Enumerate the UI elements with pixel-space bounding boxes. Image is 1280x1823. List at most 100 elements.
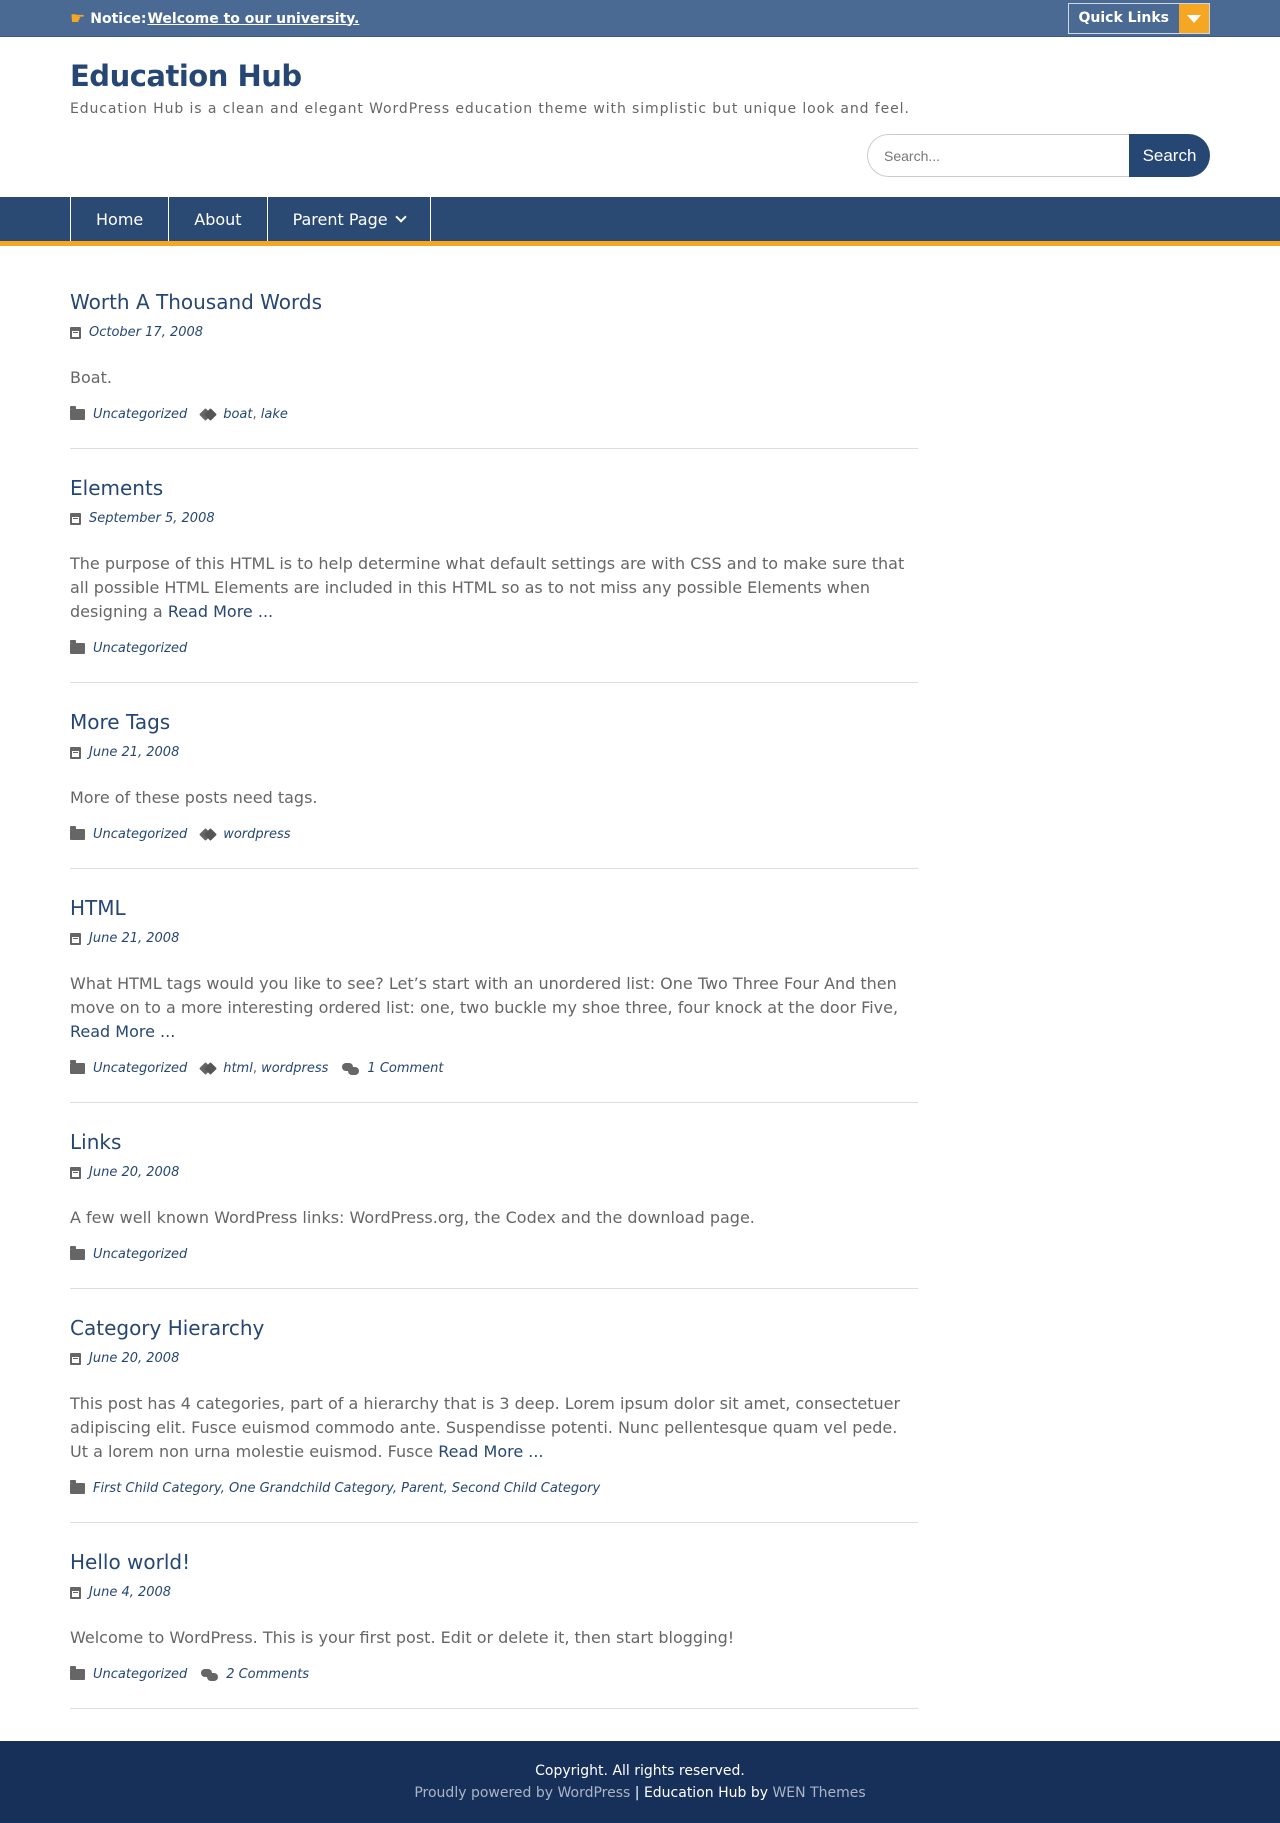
folder-open-icon (70, 406, 85, 420)
read-more-link[interactable]: Read More ... (438, 1442, 543, 1461)
post-categories: Uncategorized (70, 1246, 187, 1262)
theme-name: Education Hub by (643, 1785, 768, 1801)
post-date-link[interactable]: October 17, 2008 (89, 325, 203, 340)
post: More Tags June 21, 2008 More of these post… (70, 710, 918, 869)
top-bar: ☛ Notice: Welcome to our university. Qui… (0, 0, 1280, 37)
post-title[interactable]: Elements (70, 476, 163, 500)
post-excerpt: This post has 4 categories, part of a hi… (70, 1392, 918, 1464)
post: Elements September 5, 2008 The purpose of … (70, 476, 918, 683)
post-meta: Uncategorized wordpress (70, 826, 918, 842)
category-links[interactable]: Uncategorized (93, 641, 187, 656)
tag-link[interactable]: boat (223, 407, 252, 422)
tag-link[interactable]: wordpress (223, 827, 290, 842)
nav-item-about[interactable]: About (168, 197, 266, 241)
post-date-link[interactable]: September 5, 2008 (89, 511, 215, 526)
site-title[interactable]: Education Hub (70, 59, 302, 93)
tags-icon (201, 409, 215, 420)
post-excerpt: Welcome to WordPress. This is your first… (70, 1626, 918, 1650)
notice-link[interactable]: Welcome to our university. (147, 11, 359, 27)
nav-item-parent-page[interactable]: Parent Page (266, 197, 431, 241)
nav-item-label: Home (96, 209, 144, 229)
post-title[interactable]: HTML (70, 896, 126, 920)
comments-icon (201, 1668, 219, 1681)
post-title[interactable]: Worth A Thousand Words (70, 290, 322, 314)
notice-label: Notice: (90, 10, 147, 27)
post-meta: Uncategorized html, wordpress 1 Comment (70, 1060, 918, 1076)
comments-icon (342, 1062, 360, 1075)
post-date: June 21, 2008 (70, 745, 918, 760)
folder-open-icon (70, 1060, 85, 1074)
post-excerpt: A few well known WordPress links: WordPr… (70, 1206, 918, 1230)
tag-link[interactable]: lake (261, 407, 288, 422)
folder-open-icon (70, 640, 85, 654)
search-button[interactable]: Search (1129, 134, 1210, 177)
post-date: June 20, 2008 (70, 1165, 918, 1180)
tag-link[interactable]: wordpress (261, 1061, 328, 1076)
nav-item-home[interactable]: Home (70, 197, 168, 241)
tag-separator: , (252, 407, 261, 422)
calendar-icon (70, 512, 81, 525)
folder-open-icon (70, 1666, 85, 1680)
search-input[interactable] (867, 134, 1129, 177)
category-links[interactable]: Uncategorized (93, 1247, 187, 1262)
post-date: September 5, 2008 (70, 511, 918, 526)
tag-link[interactable]: html (223, 1061, 253, 1076)
nav-item-label: Parent Page (292, 209, 388, 229)
post-date-link[interactable]: June 21, 2008 (89, 745, 179, 760)
post: HTML June 21, 2008 What HTML tags would yo… (70, 896, 918, 1103)
wordpress-link[interactable]: Proudly powered by WordPress (414, 1785, 630, 1801)
post-excerpt: The purpose of this HTML is to help dete… (70, 552, 918, 624)
category-links[interactable]: Uncategorized (93, 827, 187, 842)
post-title[interactable]: Links (70, 1130, 121, 1154)
post-excerpt-text: Welcome to WordPress. This is your first… (70, 1628, 735, 1647)
comments-link[interactable]: 2 Comments (226, 1667, 309, 1682)
post-date-link[interactable]: June 20, 2008 (89, 1351, 179, 1366)
post-comments: 2 Comments (201, 1667, 309, 1682)
category-links[interactable]: Uncategorized (93, 407, 187, 422)
main-content: Worth A Thousand Words October 17, 2008 Bo… (0, 246, 1280, 1709)
category-links[interactable]: Uncategorized (93, 1061, 187, 1076)
post-date-link[interactable]: June 20, 2008 (89, 1165, 179, 1180)
post-meta: Uncategorized (70, 640, 918, 656)
main-navigation: Home About Parent Page (0, 197, 1280, 246)
calendar-icon (70, 1352, 81, 1365)
post-tags: boat, lake (201, 407, 288, 422)
post-meta: Uncategorized 2 Comments (70, 1666, 918, 1682)
search-form: Search (867, 134, 1210, 177)
post-title[interactable]: More Tags (70, 710, 170, 734)
post-excerpt: What HTML tags would you like to see? Le… (70, 972, 918, 1044)
post: Category Hierarchy June 20, 2008 This post… (70, 1316, 918, 1523)
pointing-hand-icon: ☛ (70, 8, 86, 29)
notice: ☛ Notice: Welcome to our university. (70, 9, 359, 29)
calendar-icon (70, 326, 81, 339)
category-links[interactable]: Uncategorized (93, 1667, 187, 1682)
quick-links-button[interactable]: Quick Links (1067, 3, 1210, 34)
post-categories: Uncategorized (70, 1666, 187, 1682)
category-links[interactable]: First Child Category, One Grandchild Cat… (93, 1481, 600, 1496)
post-meta: Uncategorized boat, lake (70, 406, 918, 422)
post-tags: wordpress (201, 827, 290, 842)
read-more-link[interactable]: Read More ... (70, 1022, 175, 1041)
post-excerpt-text: A few well known WordPress links: WordPr… (70, 1208, 755, 1227)
post-date: October 17, 2008 (70, 325, 918, 340)
post-categories: Uncategorized (70, 406, 187, 422)
post-date-link[interactable]: June 4, 2008 (89, 1585, 171, 1600)
calendar-icon (70, 1586, 81, 1599)
theme-author-link[interactable]: WEN Themes (772, 1785, 865, 1801)
post-date-link[interactable]: June 21, 2008 (89, 931, 179, 946)
caret-down-icon[interactable] (1179, 4, 1209, 33)
post: Worth A Thousand Words October 17, 2008 Bo… (70, 290, 918, 449)
tags-icon (201, 1063, 215, 1074)
post: Hello world! June 4, 2008 Welcome to WordP… (70, 1550, 918, 1709)
post-excerpt: More of these posts need tags. (70, 786, 918, 810)
post-comments: 1 Comment (342, 1061, 444, 1076)
chevron-down-icon (394, 211, 407, 223)
folder-open-icon (70, 1246, 85, 1260)
post-title[interactable]: Hello world! (70, 1550, 190, 1574)
post-excerpt: Boat. (70, 366, 918, 390)
post: Links June 20, 2008 A few well known WordP… (70, 1130, 918, 1289)
post-title[interactable]: Category Hierarchy (70, 1316, 264, 1340)
read-more-link[interactable]: Read More ... (168, 602, 273, 621)
post-excerpt-text: What HTML tags would you like to see? Le… (70, 974, 899, 1017)
comments-link[interactable]: 1 Comment (367, 1061, 443, 1076)
